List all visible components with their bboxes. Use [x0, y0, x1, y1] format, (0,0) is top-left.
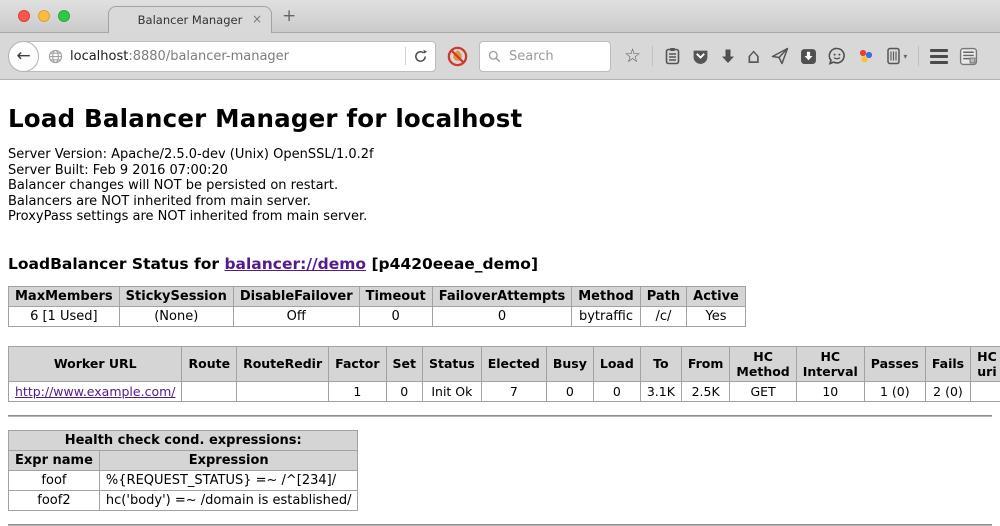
server-built-line: Server Built: Feb 9 2016 07:00:20 — [8, 163, 992, 179]
back-button[interactable]: ← — [8, 41, 39, 72]
table-header-row: MaxMembers StickySession DisableFailover… — [9, 286, 746, 306]
table-header-row: Worker URL Route RouteRedir Factor Set S… — [9, 346, 1000, 381]
urlbar-divider — [405, 47, 406, 65]
health-check-table: Health check cond. expressions: Expr nam… — [8, 430, 358, 511]
notice-line: ProxyPass settings are NOT inherited fro… — [8, 209, 992, 225]
chat-smiley-icon[interactable] — [828, 47, 846, 65]
notice-line: Balancers are NOT inherited from main se… — [8, 194, 992, 210]
extension-grid-icon[interactable] — [959, 47, 978, 66]
server-version-line: Server Version: Apache/2.5.0-dev (Unix) … — [8, 147, 992, 163]
balancer-status-heading: LoadBalancer Status for balancer://demo … — [8, 255, 992, 273]
close-window-button[interactable] — [18, 10, 30, 22]
zoom-window-button[interactable] — [58, 10, 70, 22]
search-icon — [488, 50, 501, 63]
page-title: Load Balancer Manager for localhost — [8, 104, 992, 133]
health-table-title: Health check cond. expressions: — [9, 430, 358, 450]
download-panel-icon[interactable] — [800, 48, 817, 65]
colored-dots-addon-icon[interactable] — [857, 47, 875, 65]
search-input[interactable] — [507, 48, 597, 65]
balancer-settings-table: MaxMembers StickySession DisableFailover… — [8, 286, 746, 327]
home-icon[interactable]: ⌂ — [747, 46, 760, 67]
plugin-blocked-icon[interactable] — [446, 45, 469, 68]
tab-title: Balancer Manager — [138, 13, 243, 27]
search-bar[interactable] — [479, 41, 611, 72]
window-controls — [18, 10, 70, 22]
tab-close-icon[interactable]: × — [252, 13, 262, 25]
section-divider — [8, 415, 992, 417]
navigation-toolbar: ← localhost:8880/balancer-manager ☆ — [0, 33, 1000, 80]
server-info-block: Server Version: Apache/2.5.0-dev (Unix) … — [8, 147, 992, 225]
globe-icon — [48, 49, 63, 64]
new-tab-button[interactable]: + — [282, 8, 296, 25]
table-header-row: Expr name Expression — [9, 450, 358, 470]
page-content: Load Balancer Manager for localhost Serv… — [0, 104, 1000, 526]
chevron-down-icon: ▾ — [903, 52, 907, 61]
page-bottom-divider — [8, 524, 992, 526]
worker-url-link[interactable]: http://www.example.com/ — [15, 384, 175, 399]
bookmark-star-icon[interactable]: ☆ — [624, 47, 641, 66]
balancer-demo-link[interactable]: balancer://demo — [224, 255, 366, 273]
menu-hamburger-icon[interactable] — [930, 49, 948, 64]
toolbar-icons: ☆ ⌂ ▾ — [624, 46, 978, 67]
minimize-window-button[interactable] — [38, 10, 50, 22]
table-title-row: Health check cond. expressions: — [9, 430, 358, 450]
toolbar-divider — [652, 46, 653, 66]
browser-titlebar: Balancer Manager × + — [0, 0, 1000, 33]
worker-table: Worker URL Route RouteRedir Factor Set S… — [8, 346, 1000, 402]
sidebar-panel-icon[interactable]: ▾ — [886, 47, 907, 65]
url-bar[interactable]: localhost:8880/balancer-manager — [22, 41, 436, 72]
send-plane-icon[interactable] — [771, 47, 789, 65]
notice-line: Balancer changes will NOT be persisted o… — [8, 178, 992, 194]
downloads-icon[interactable] — [720, 48, 736, 65]
worker-row: http://www.example.com/ 1 0 Init Ok 7 0 … — [9, 381, 1000, 401]
tab-balancer-manager[interactable]: Balancer Manager × — [108, 6, 272, 33]
table-row: foof2 hc('body') =~ /domain is establish… — [9, 490, 358, 510]
pocket-icon[interactable] — [692, 48, 709, 65]
url-text[interactable]: localhost:8880/balancer-manager — [70, 49, 289, 64]
reload-icon[interactable] — [413, 49, 428, 64]
back-arrow-icon: ← — [16, 46, 30, 66]
table-row: 6 [1 Used] (None) Off 0 0 bytraffic /c/ … — [9, 306, 746, 326]
reading-list-icon[interactable] — [664, 47, 681, 65]
table-row: foof %{REQUEST_STATUS} =~ /^[234]/ — [9, 470, 358, 490]
toolbar-divider-2 — [918, 46, 919, 66]
